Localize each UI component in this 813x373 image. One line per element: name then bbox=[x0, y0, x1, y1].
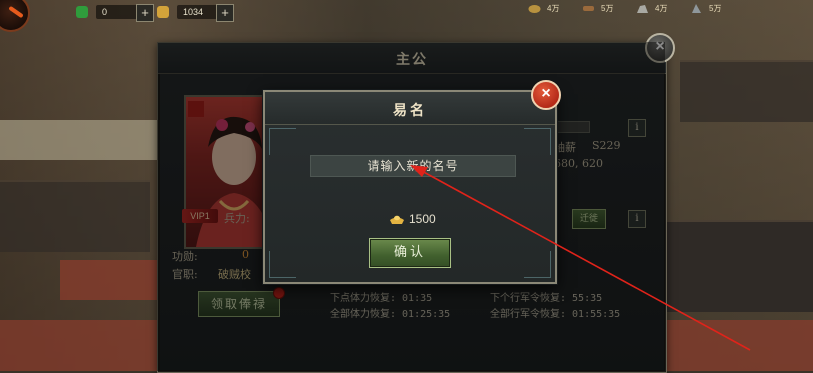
new-name-input[interactable] bbox=[310, 155, 516, 177]
city-wall bbox=[0, 120, 160, 160]
courtyard-roof bbox=[0, 180, 150, 252]
grain-icon bbox=[528, 5, 541, 13]
rename-dialog-title: 易名 bbox=[393, 103, 427, 119]
ornament-corner bbox=[524, 128, 551, 155]
resource-grain: 4万 bbox=[528, 3, 559, 14]
ornament-corner bbox=[269, 251, 296, 278]
confirm-button[interactable]: 确认 bbox=[369, 238, 451, 268]
rename-cost: 1500 bbox=[389, 212, 436, 226]
resource-wood: 5万 bbox=[582, 3, 613, 14]
resource-bar: 0 + 1034 + 4万 5万 4万 5万 bbox=[0, 0, 813, 32]
rename-dialog-close-button[interactable]: × bbox=[531, 80, 561, 110]
temple-roof bbox=[665, 220, 813, 312]
resource-iron: 5万 bbox=[690, 3, 721, 14]
ornament-corner bbox=[524, 251, 551, 278]
add-jade-button[interactable]: + bbox=[136, 4, 154, 22]
gold-ingot-icon bbox=[390, 215, 404, 224]
wood-icon bbox=[583, 6, 594, 11]
resource-stone: 4万 bbox=[636, 3, 667, 14]
gold-ingot-icon bbox=[157, 6, 169, 18]
rename-dialog: 易名 1500 确认 bbox=[263, 90, 557, 284]
brick-building bbox=[60, 260, 160, 300]
stone-icon bbox=[637, 5, 648, 13]
jade-icon bbox=[76, 6, 88, 18]
rename-cost-value: 1500 bbox=[409, 212, 436, 226]
ornament-corner bbox=[269, 128, 296, 155]
house-roof bbox=[680, 60, 813, 122]
add-gold-button[interactable]: + bbox=[216, 4, 234, 22]
iron-icon bbox=[692, 4, 701, 13]
